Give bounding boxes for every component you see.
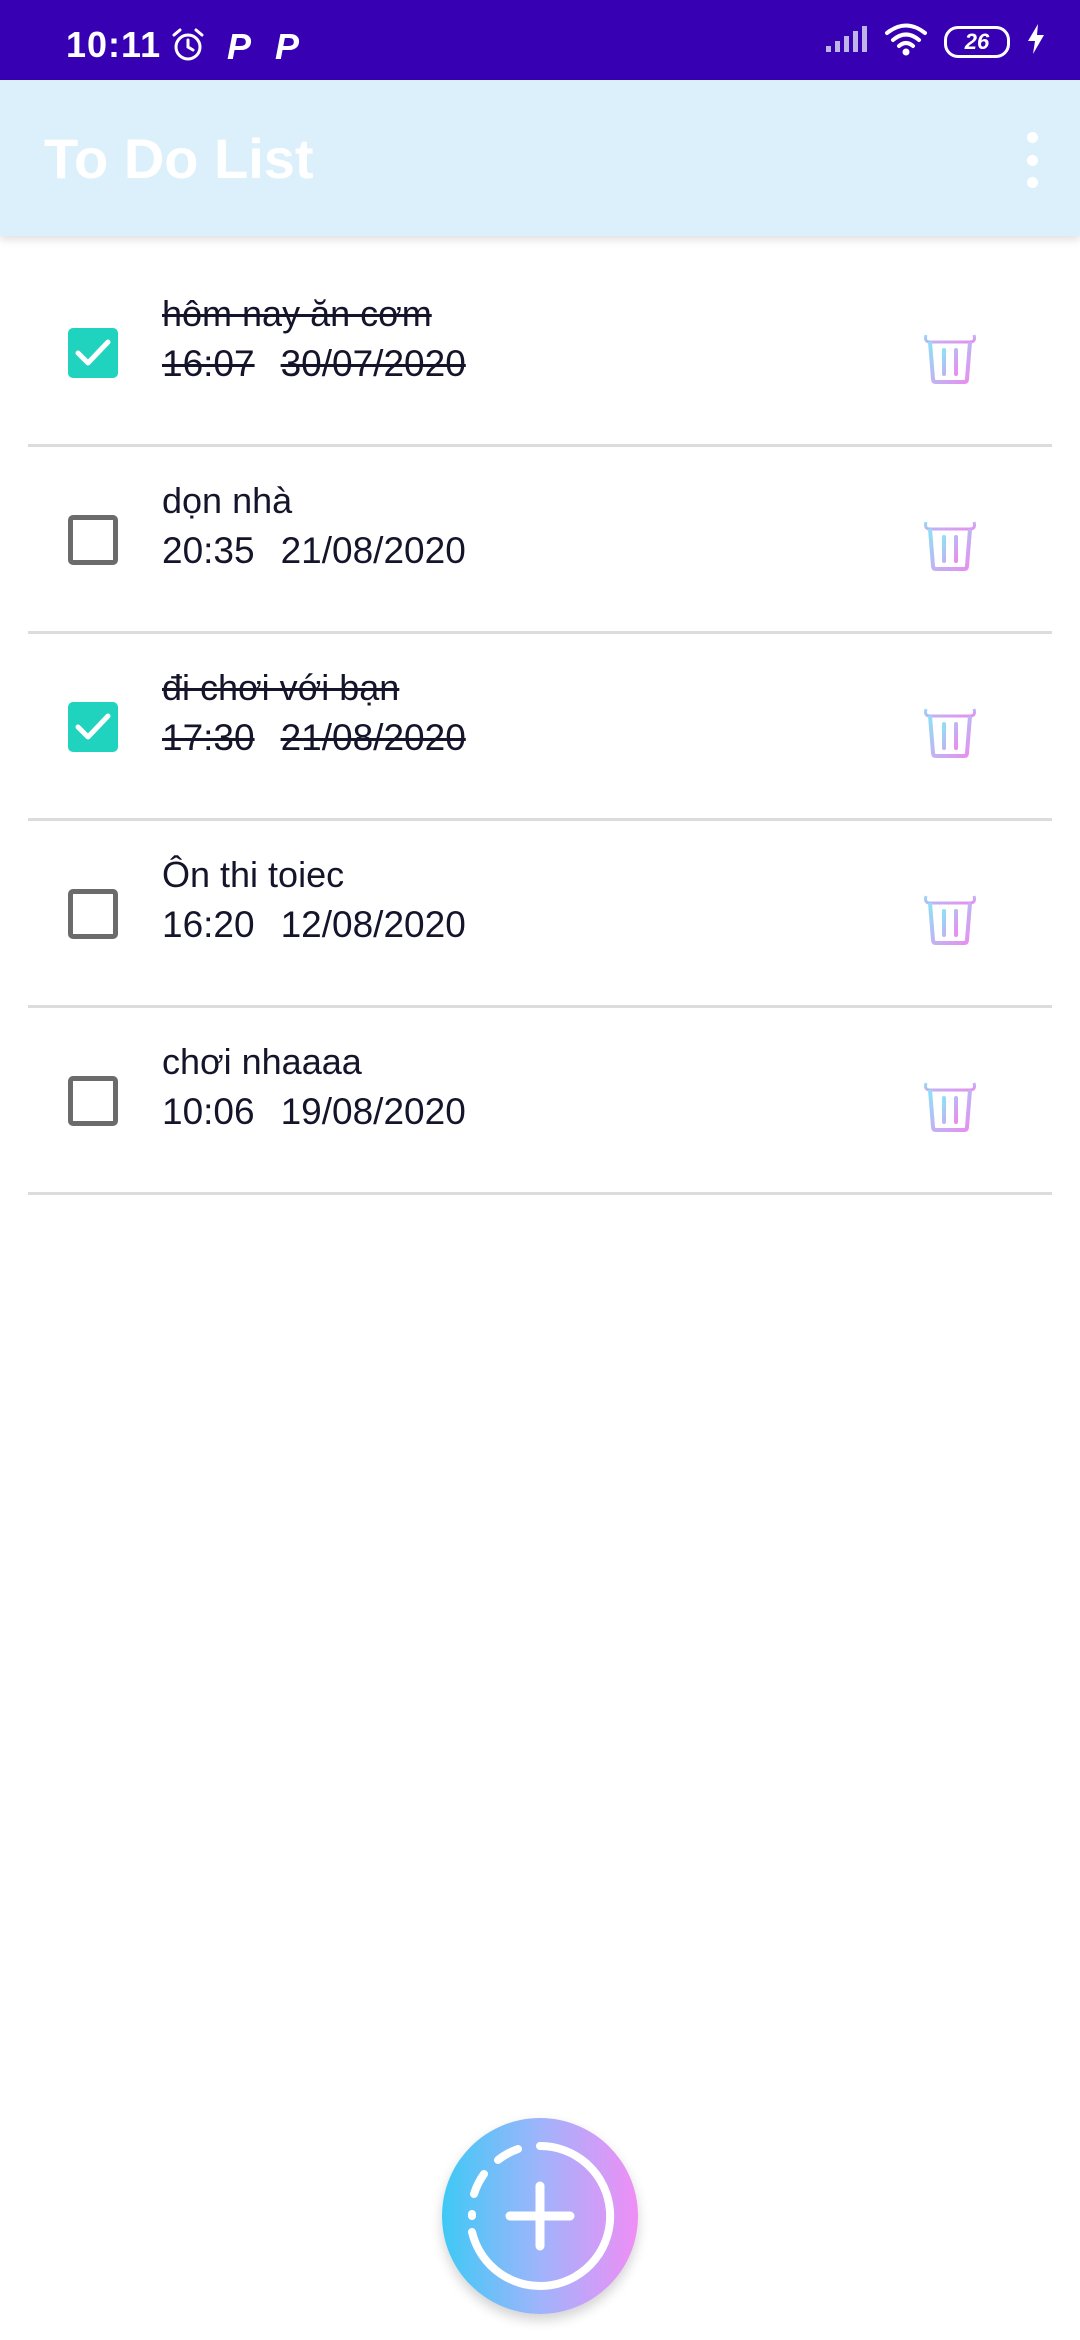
alarm-icon — [170, 27, 206, 68]
todo-datetime: 16:20 12/08/2020 — [162, 899, 466, 951]
todo-date: 12/08/2020 — [280, 904, 466, 945]
todo-text: dọn nhà 20:35 21/08/2020 — [162, 477, 466, 577]
todo-date: 21/08/2020 — [280, 530, 466, 571]
todo-datetime: 20:35 21/08/2020 — [162, 525, 466, 577]
p-icon: P — [226, 26, 251, 67]
battery-icon: 26 — [944, 25, 1010, 58]
app-bar: To Do List — [0, 80, 1080, 236]
todo-title: đi chơi với bạn — [162, 667, 400, 708]
todo-time: 10:06 — [162, 1091, 255, 1132]
more-vert-icon[interactable] — [1012, 132, 1052, 188]
todo-checkbox[interactable] — [68, 1076, 118, 1126]
add-todo-button[interactable] — [442, 2118, 638, 2314]
trash-icon — [918, 701, 982, 764]
status-left-icons: P P — [170, 26, 302, 68]
charging-icon — [1026, 23, 1046, 60]
todo-title: hôm nay ăn cơm — [162, 293, 432, 334]
signal-icon — [824, 24, 868, 59]
todo-title: Ôn thi toiec — [162, 854, 345, 895]
todo-time: 20:35 — [162, 530, 255, 571]
todo-datetime: 17:30 21/08/2020 — [162, 712, 466, 764]
todo-row[interactable]: đi chơi với bạn 17:30 21/08/2020 — [28, 634, 1052, 821]
todo-text: Ôn thi toiec 16:20 12/08/2020 — [162, 851, 466, 951]
todo-row[interactable]: hôm nay ăn cơm 16:07 30/07/2020 — [28, 260, 1052, 447]
todo-row[interactable]: Ôn thi toiec 16:20 12/08/2020 — [28, 821, 1052, 1008]
todo-text: đi chơi với bạn 17:30 21/08/2020 — [162, 664, 466, 764]
delete-button[interactable] — [918, 883, 982, 947]
trash-icon — [918, 1075, 982, 1138]
delete-button[interactable] — [918, 1070, 982, 1134]
todo-text: hôm nay ăn cơm 16:07 30/07/2020 — [162, 290, 466, 390]
trash-icon — [918, 888, 982, 951]
todo-row[interactable]: chơi nhaaaa 10:06 19/08/2020 — [28, 1008, 1052, 1195]
todo-time: 17:30 — [162, 717, 255, 758]
todo-date: 30/07/2020 — [280, 343, 466, 384]
todo-title: dọn nhà — [162, 480, 293, 521]
todo-checkbox[interactable] — [68, 328, 118, 378]
todo-checkbox[interactable] — [68, 515, 118, 565]
todo-title: chơi nhaaaa — [162, 1041, 362, 1082]
delete-button[interactable] — [918, 322, 982, 386]
todo-checkbox[interactable] — [68, 702, 118, 752]
todo-row[interactable]: dọn nhà 20:35 21/08/2020 — [28, 447, 1052, 634]
todo-datetime: 10:06 19/08/2020 — [162, 1086, 466, 1138]
p-icon: P — [274, 26, 299, 67]
app-title: To Do List — [44, 127, 314, 190]
status-right-icons: 26 — [824, 22, 1046, 61]
add-icon — [468, 2142, 615, 2290]
delete-button[interactable] — [918, 509, 982, 573]
status-bar: 10:11 P P 26 — [0, 0, 1080, 80]
todo-datetime: 16:07 30/07/2020 — [162, 338, 466, 390]
todo-date: 21/08/2020 — [280, 717, 466, 758]
screen: 10:11 P P 26 To Do List hôm nay ăn cơm 1… — [0, 0, 1080, 2340]
todo-time: 16:07 — [162, 343, 255, 384]
todo-text: chơi nhaaaa 10:06 19/08/2020 — [162, 1038, 466, 1138]
wifi-icon — [884, 22, 928, 61]
todo-time: 16:20 — [162, 904, 255, 945]
todo-list: hôm nay ăn cơm 16:07 30/07/2020 dọn nhà 20:3… — [28, 260, 1052, 1195]
todo-date: 19/08/2020 — [280, 1091, 466, 1132]
status-time: 10:11 — [66, 24, 162, 65]
trash-icon — [918, 514, 982, 577]
trash-icon — [918, 327, 982, 390]
todo-checkbox[interactable] — [68, 889, 118, 939]
delete-button[interactable] — [918, 696, 982, 760]
